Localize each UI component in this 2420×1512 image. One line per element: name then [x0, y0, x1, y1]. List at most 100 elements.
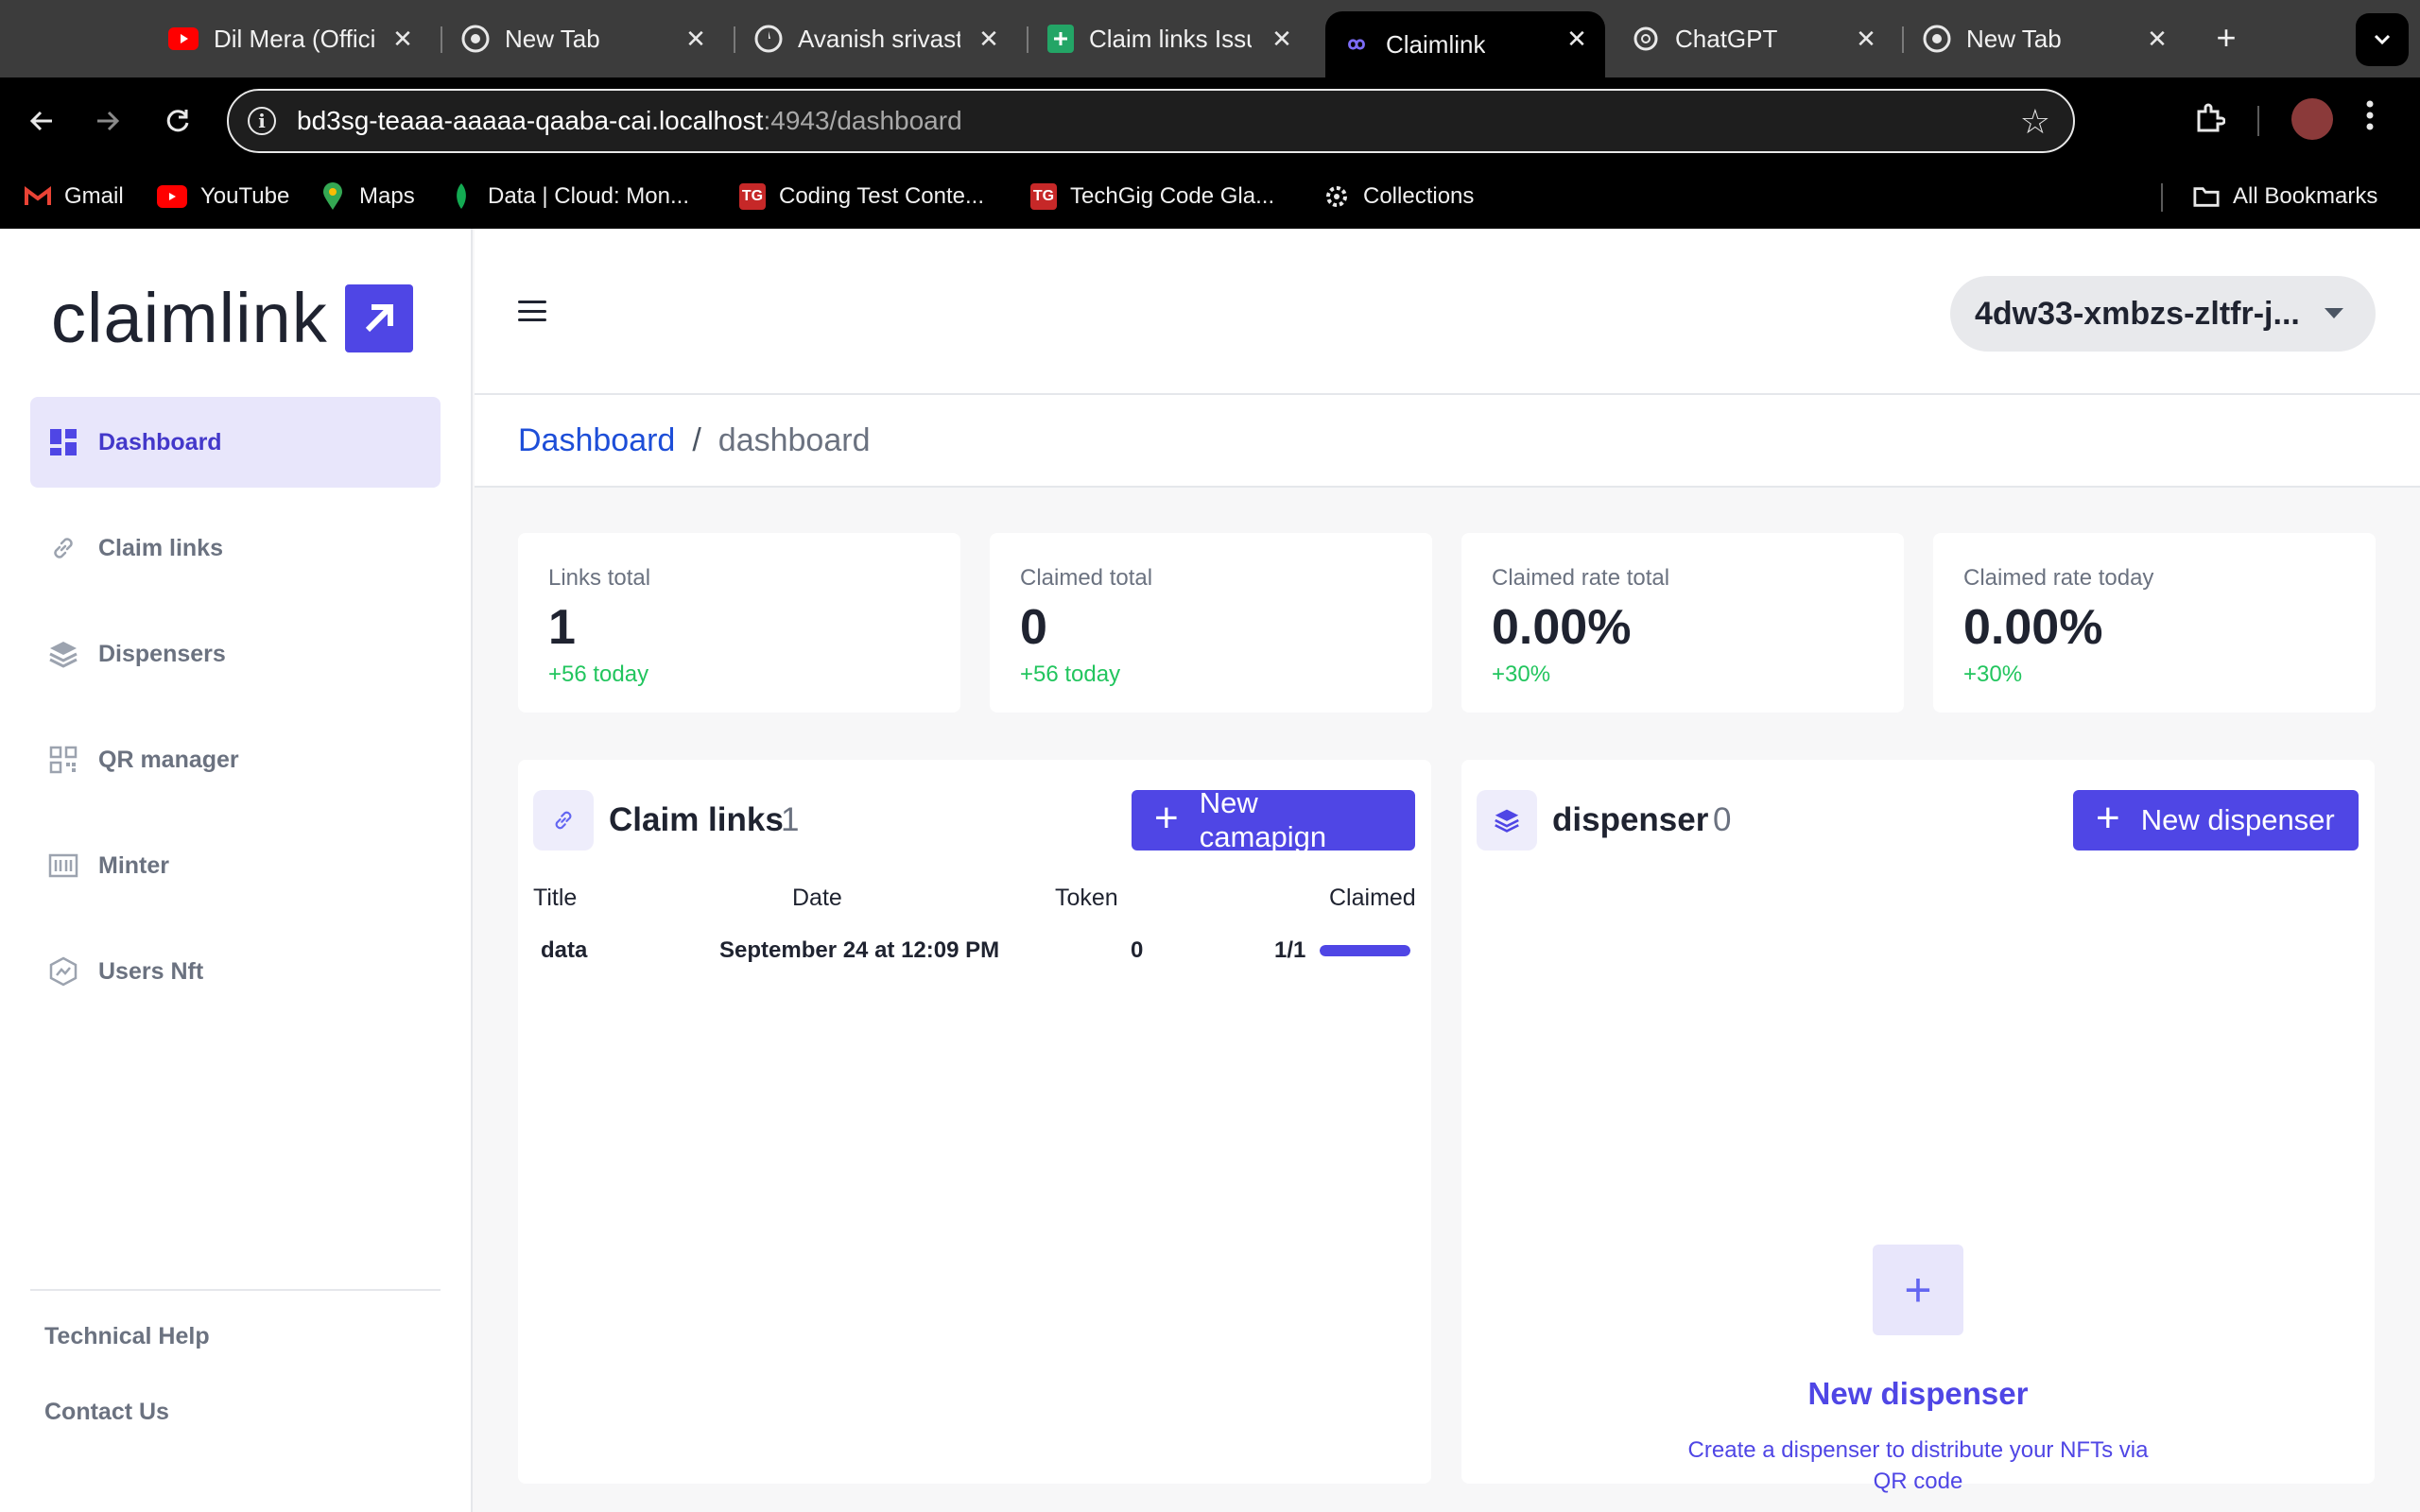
dispenser-panel: dispenser 0 + New dispenser + New dispen…	[1461, 760, 2375, 1494]
close-icon[interactable]: ✕	[1558, 11, 1596, 66]
column-header-date: Date	[792, 885, 842, 911]
tab-title: Claimlink	[1386, 29, 1486, 59]
tab-title: Claim links Issu	[1089, 24, 1252, 53]
browser-tab[interactable]: Claim links Issu ✕	[1047, 11, 1301, 66]
compass-icon	[754, 25, 783, 53]
add-dispenser-icon[interactable]: +	[1873, 1245, 1963, 1335]
claimed-progress-bar	[1320, 945, 1410, 956]
grid-icon	[47, 426, 79, 458]
infinity-icon	[1342, 30, 1371, 59]
new-tab-button[interactable]: +	[2207, 15, 2245, 60]
chrome-icon	[1923, 25, 1951, 53]
app-root: claimlink Dashboard Claim links Dispense…	[0, 229, 2420, 1512]
tab-separator	[1902, 26, 1904, 53]
sidebar-divider	[30, 1289, 441, 1291]
new-dispenser-button[interactable]: + New dispenser	[2073, 790, 2359, 850]
sidebar-item-claim-links[interactable]: Claim links	[30, 503, 441, 593]
stat-card-claimed-total: Claimed total 0 +56 today	[990, 533, 1432, 713]
stat-label: Claimed rate total	[1492, 565, 1670, 591]
bookmark-label: All Bookmarks	[2233, 183, 2378, 209]
breadcrumb-current: dashboard	[717, 421, 871, 458]
contact-us-link[interactable]: Contact Us	[44, 1399, 169, 1426]
logo-text: claimlink	[51, 279, 328, 357]
stat-card-claimed-rate-today: Claimed rate today 0.00% +30%	[1933, 533, 2376, 713]
principal-id: 4dw33-xmbzs-zltfr-j...	[1975, 295, 2300, 332]
principal-dropdown[interactable]: 4dw33-xmbzs-zltfr-j...	[1950, 276, 2376, 352]
back-button[interactable]	[17, 96, 66, 146]
forward-button[interactable]	[83, 96, 132, 146]
panel-count: 0	[1713, 801, 1732, 838]
new-campaign-button[interactable]: + New camapign	[1132, 786, 1415, 853]
profile-avatar[interactable]	[2291, 98, 2333, 140]
sidebar-item-label: Minter	[98, 851, 169, 879]
empty-state-title[interactable]: New dispenser	[1461, 1376, 2375, 1412]
chrome-icon	[461, 25, 490, 53]
bookmark-label: Maps	[359, 183, 415, 209]
toolbar-divider	[2257, 106, 2259, 136]
browser-tab[interactable]: ChatGPT ✕	[1632, 11, 1885, 66]
breadcrumb-separator: /	[692, 421, 701, 458]
tab-title: Avanish srivast	[798, 24, 960, 53]
reload-icon	[166, 110, 189, 132]
bookmark-star-icon[interactable]: ☆	[2020, 102, 2050, 142]
kebab-menu-icon[interactable]	[2365, 98, 2375, 132]
stat-value: 0.00%	[1492, 600, 1632, 655]
sidebar-item-qr-manager[interactable]: QR manager	[30, 714, 441, 805]
address-bar[interactable]: i bd3sg-teaaa-aaaaa-qaaba-cai.localhost:…	[227, 89, 2075, 153]
gmail-icon	[25, 183, 51, 210]
tab-title: New Tab	[1966, 24, 2062, 53]
browser-tab[interactable]: Avanish srivast ✕	[754, 11, 1008, 66]
site-info-icon[interactable]: i	[248, 107, 276, 135]
close-icon[interactable]: ✕	[970, 11, 1008, 66]
minter-icon	[47, 850, 79, 882]
browser-tab[interactable]: New Tab ✕	[1923, 11, 2176, 66]
close-icon[interactable]: ✕	[1847, 11, 1885, 66]
close-icon[interactable]: ✕	[384, 11, 422, 66]
bookmark-label: Data | Cloud: Mon...	[488, 183, 689, 209]
bookmark-coding-test[interactable]: TG Coding Test Conte...	[739, 178, 984, 215]
stat-delta: +56 today	[1020, 662, 1121, 687]
sidebar-item-dispensers[interactable]: Dispensers	[30, 609, 441, 699]
bookmark-maps[interactable]: Maps	[320, 178, 415, 215]
cell-claimed: 1/1	[1274, 937, 1306, 963]
claim-links-panel: Claim links 1 + New camapign Title Date …	[518, 760, 1431, 1484]
arrow-right-icon	[97, 111, 120, 131]
bookmark-label: Coding Test Conte...	[779, 183, 985, 209]
layers-icon	[47, 638, 79, 670]
bookmark-label: YouTube	[200, 183, 290, 209]
stat-value: 0.00%	[1963, 600, 2103, 655]
cell-token: 0	[1131, 937, 1144, 963]
sidebar-item-users-nft[interactable]: Users Nft	[30, 926, 441, 1017]
bookmark-youtube[interactable]: YouTube	[157, 178, 289, 215]
browser-tab[interactable]: New Tab ✕	[461, 11, 715, 66]
claimlink-logo[interactable]: claimlink	[51, 278, 413, 358]
breadcrumb-dashboard-link[interactable]: Dashboard	[518, 422, 675, 459]
extensions-icon[interactable]	[2193, 102, 2225, 134]
stat-card-claimed-rate-total: Claimed rate total 0.00% +30%	[1461, 533, 1904, 713]
folder-icon	[2193, 183, 2220, 210]
tab-separator	[1027, 26, 1028, 53]
close-icon[interactable]: ✕	[1263, 11, 1301, 66]
bookmark-collections[interactable]: Collections	[1323, 178, 1474, 215]
all-bookmarks-button[interactable]: All Bookmarks	[2193, 178, 2377, 215]
bookmark-label: Collections	[1363, 183, 1475, 209]
browser-tab[interactable]: Dil Mera (Offici ✕	[168, 11, 422, 66]
browser-toolbar: i bd3sg-teaaa-aaaaa-qaaba-cai.localhost:…	[0, 77, 2420, 164]
tab-search-button[interactable]	[2356, 13, 2409, 66]
bookmark-mongodb[interactable]: Data | Cloud: Mon...	[448, 178, 689, 215]
stat-value: 0	[1020, 600, 1047, 655]
close-icon[interactable]: ✕	[2138, 11, 2176, 66]
sidebar-item-minter[interactable]: Minter	[30, 820, 441, 911]
arrow-left-icon	[29, 111, 52, 131]
menu-icon[interactable]	[518, 301, 546, 321]
close-icon[interactable]: ✕	[677, 11, 715, 66]
stat-label: Links total	[548, 565, 651, 591]
stat-delta: +30%	[1963, 662, 2023, 687]
sidebar-item-dashboard[interactable]: Dashboard	[30, 397, 441, 488]
bookmark-techgig[interactable]: TG TechGig Code Gla...	[1030, 178, 1274, 215]
browser-tab-active[interactable]: Claimlink ✕	[1325, 11, 1605, 77]
bookmark-gmail[interactable]: Gmail	[25, 178, 124, 215]
chatgpt-icon	[1632, 25, 1660, 53]
technical-help-link[interactable]: Technical Help	[44, 1323, 210, 1350]
reload-button[interactable]	[153, 96, 202, 146]
